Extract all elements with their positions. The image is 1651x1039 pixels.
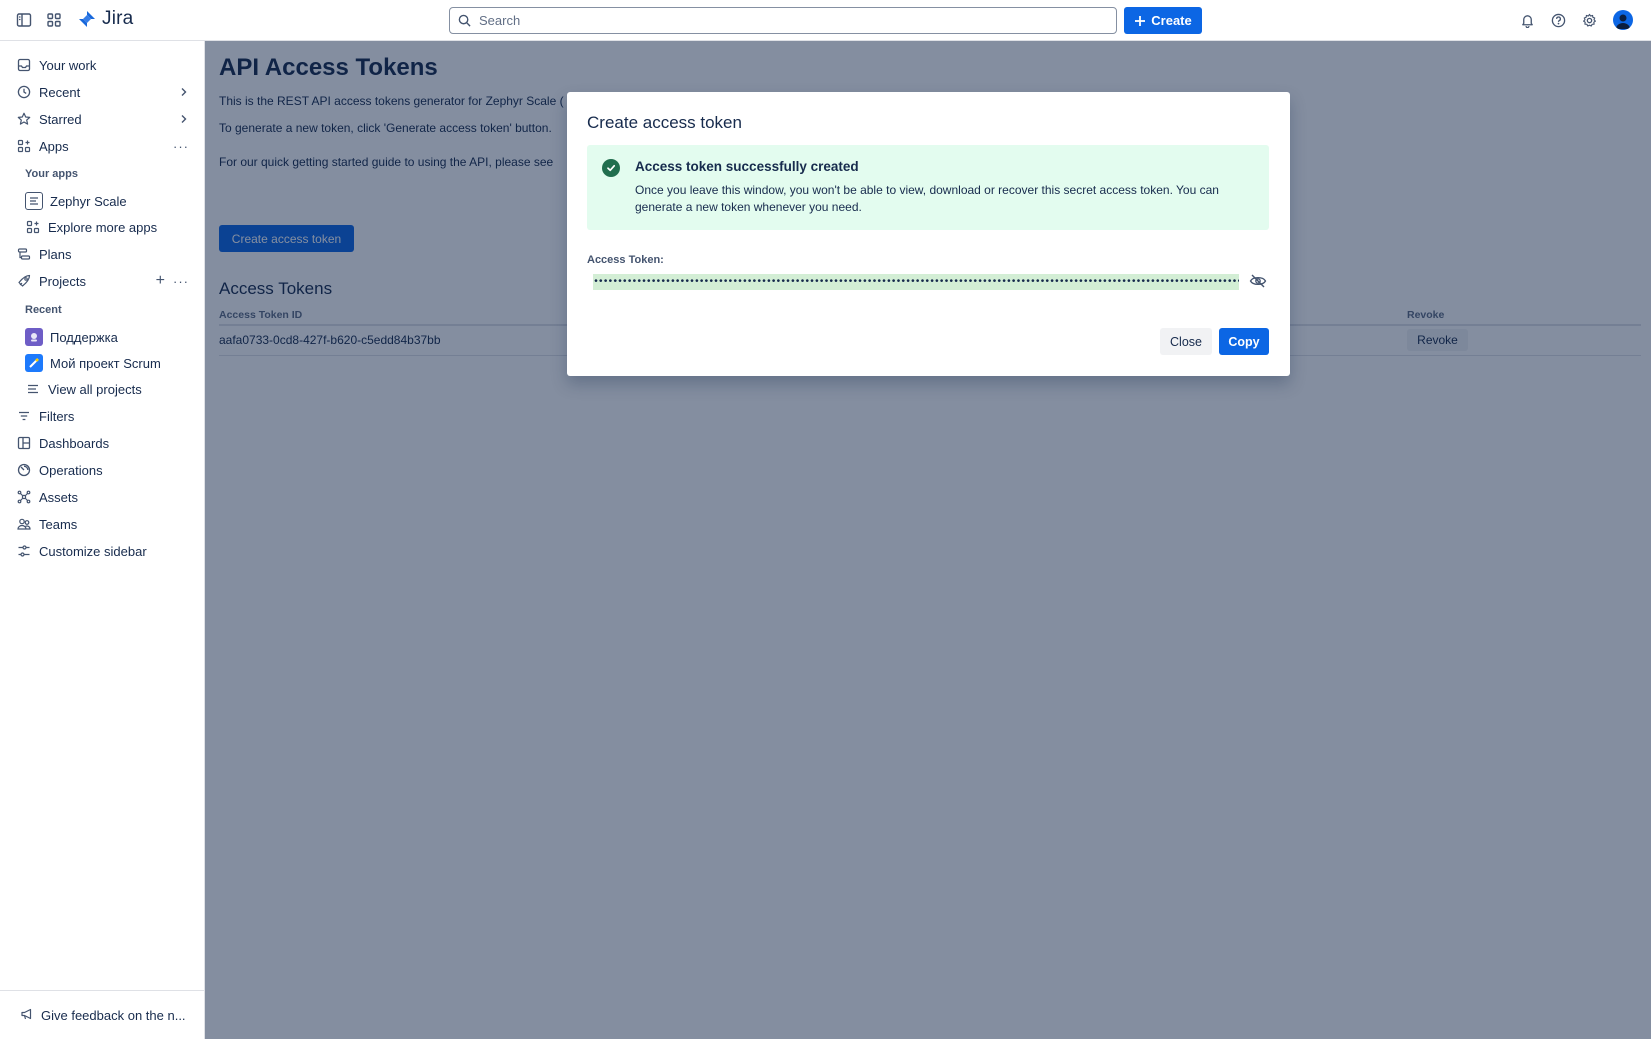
sidebar-item-project-scrum[interactable]: Мой проект Scrum	[25, 352, 161, 374]
sidebar-item-teams[interactable]: Teams	[16, 513, 77, 535]
create-button[interactable]: Create	[1124, 7, 1202, 34]
access-token-label: Access Token:	[587, 254, 664, 266]
sidebar-item-label: Plans	[39, 246, 72, 262]
add-project-icon[interactable]: +	[156, 272, 165, 290]
sidebar-item-zephyr-scale[interactable]: Zephyr Scale	[25, 190, 127, 212]
close-button[interactable]: Close	[1160, 328, 1212, 355]
people-icon	[16, 516, 32, 532]
sidebar-item-label: Zephyr Scale	[50, 193, 127, 209]
sidebar-item-starred[interactable]: Starred	[16, 108, 189, 130]
sidebar-item-label: Explore more apps	[48, 219, 158, 235]
access-token-field[interactable]	[593, 274, 1239, 290]
sidebar-item-label: Apps	[39, 138, 69, 154]
more-options-icon[interactable]: ···	[173, 139, 189, 154]
user-avatar[interactable]	[1613, 10, 1633, 30]
project-avatar-icon	[25, 328, 43, 346]
sidebar-item-label: Мой проект Scrum	[50, 355, 161, 371]
sidebar-item-your-work[interactable]: Your work	[16, 54, 96, 76]
customize-icon	[16, 543, 32, 559]
give-feedback-button[interactable]: Give feedback on the n...	[0, 990, 205, 1039]
assets-icon	[16, 489, 32, 505]
sidebar-item-customize-sidebar[interactable]: Customize sidebar	[16, 540, 147, 562]
sidebar-item-label: Поддержка	[50, 329, 118, 345]
star-icon	[16, 111, 32, 127]
user-silhouette-icon	[1616, 14, 1630, 29]
sidebar-item-label: Assets	[39, 489, 79, 505]
sidebar-item-dashboards[interactable]: Dashboards	[16, 432, 109, 454]
apps-icon	[16, 138, 32, 154]
settings-gear-icon[interactable]	[1579, 10, 1599, 30]
megaphone-icon	[20, 1007, 34, 1024]
create-button-label: Create	[1151, 13, 1192, 28]
sidebar-item-label: Filters	[39, 408, 75, 424]
success-message: Access token successfully created Once y…	[587, 145, 1269, 230]
section-label-your-apps: Your apps	[25, 168, 78, 180]
list-icon	[25, 381, 41, 397]
check-circle-icon	[602, 159, 620, 177]
jira-logo-icon	[79, 11, 95, 27]
section-label-recent: Recent	[25, 304, 62, 316]
rocket-icon	[16, 273, 32, 289]
sidebar-item-label: Starred	[39, 111, 82, 127]
sidebar-item-project-podderzhka[interactable]: Поддержка	[25, 326, 118, 348]
sidebar-item-filters[interactable]: Filters	[16, 405, 74, 427]
sidebar-item-label: View all projects	[48, 381, 142, 397]
chevron-right-icon[interactable]	[179, 112, 189, 127]
dialog-title: Create access token	[587, 113, 742, 132]
more-options-icon[interactable]: ···	[173, 274, 189, 289]
sidebar-item-assets[interactable]: Assets	[16, 486, 78, 508]
sidebar-item-view-all-projects[interactable]: View all projects	[25, 378, 142, 400]
sidebar-item-explore-more-apps[interactable]: Explore more apps	[25, 216, 157, 238]
plans-icon	[16, 246, 32, 262]
sidebar-item-label: Recent	[39, 84, 81, 100]
search-box[interactable]	[449, 7, 1117, 34]
chevron-right-icon[interactable]	[179, 85, 189, 100]
sidebar-toggle-icon[interactable]	[14, 10, 34, 30]
project-avatar-icon	[25, 354, 43, 372]
jira-logo[interactable]: Jira	[78, 8, 133, 30]
sidebar-item-label: Your work	[39, 57, 97, 73]
feedback-label: Give feedback on the n...	[41, 1007, 186, 1023]
sidebar-item-operations[interactable]: Operations	[16, 459, 103, 481]
search-input[interactable]	[479, 13, 1079, 28]
sidebar-item-recent[interactable]: Recent	[16, 81, 189, 103]
sidebar-item-projects[interactable]: Projects + ···	[16, 270, 189, 292]
eye-off-icon[interactable]	[1248, 272, 1268, 290]
app-name: Jira	[102, 8, 134, 29]
app-switcher-icon[interactable]	[44, 10, 64, 30]
inbox-icon	[16, 57, 32, 73]
sidebar: Your work Recent Starred Apps ··· Your a…	[0, 41, 205, 1039]
search-icon	[458, 14, 471, 27]
copy-button[interactable]: Copy	[1219, 328, 1269, 355]
sidebar-item-label: Teams	[39, 516, 78, 532]
success-description: Once you leave this window, you won't be…	[635, 183, 1219, 214]
operations-icon	[16, 462, 32, 478]
top-navigation-bar: Jira Create	[0, 0, 1651, 41]
apps-plus-icon	[25, 219, 41, 235]
sidebar-item-label: Dashboards	[39, 435, 110, 451]
success-title: Access token successfully created	[635, 159, 859, 174]
sidebar-item-label: Projects	[39, 273, 86, 289]
dashboard-icon	[16, 435, 32, 451]
zephyr-scale-icon	[25, 192, 43, 210]
sidebar-item-label: Operations	[39, 462, 103, 478]
notifications-icon[interactable]	[1517, 10, 1537, 30]
sidebar-item-plans[interactable]: Plans	[16, 243, 72, 265]
create-access-token-dialog: Create access token Access token success…	[567, 92, 1290, 376]
sidebar-item-label: Customize sidebar	[39, 543, 147, 559]
clock-icon	[16, 84, 32, 100]
sidebar-item-apps[interactable]: Apps ···	[16, 135, 189, 157]
filter-icon	[16, 408, 32, 424]
help-icon[interactable]	[1548, 10, 1568, 30]
plus-icon	[1135, 15, 1146, 26]
